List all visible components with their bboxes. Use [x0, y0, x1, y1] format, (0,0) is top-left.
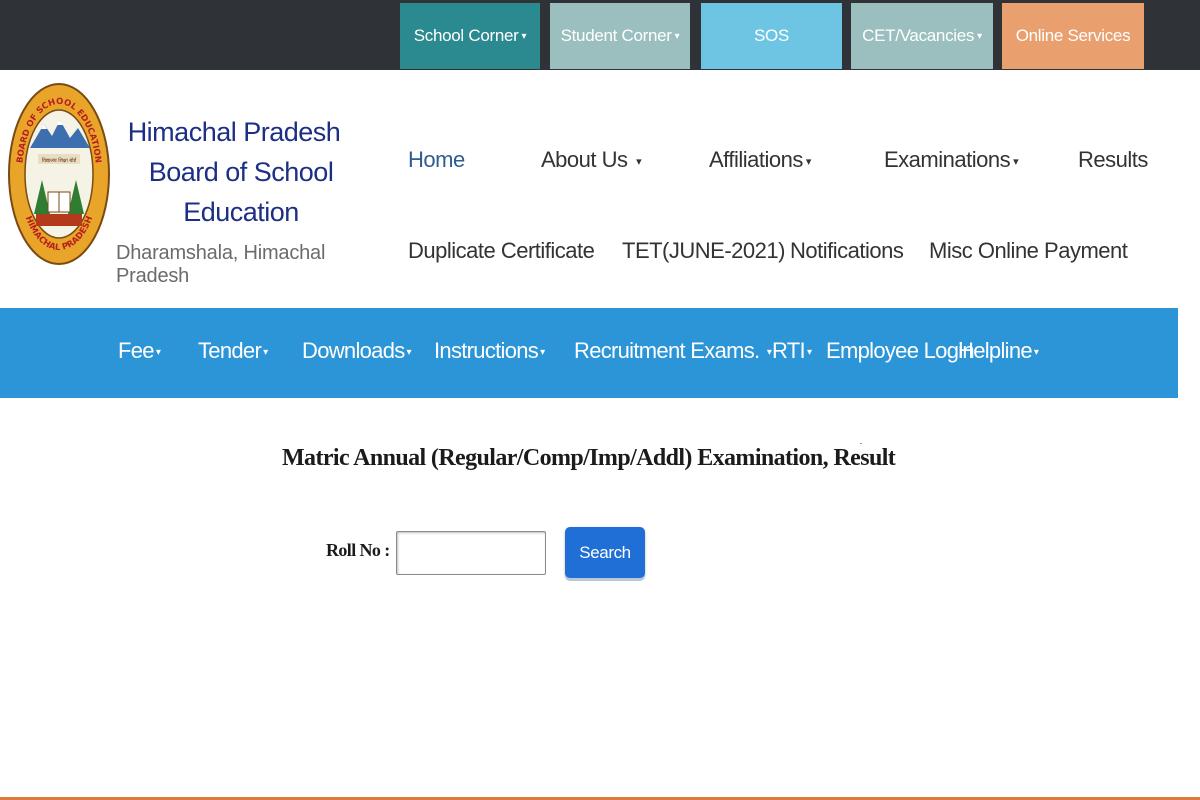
tab-online-services[interactable]: Online Services	[1002, 3, 1144, 69]
nav-examinations[interactable]: Examinations ▾	[884, 147, 1019, 173]
chevron-down-icon: ▾	[155, 346, 161, 358]
board-logo[interactable]: BOARD OF SCHOOL EDUCATION HIMACHAL PRADE…	[8, 82, 110, 266]
menu-tender[interactable]: Tender ▾	[198, 338, 268, 364]
menu-fee[interactable]: Fee ▾	[118, 338, 161, 364]
chevron-down-icon: ▾	[636, 155, 642, 168]
tab-label: SOS	[753, 26, 789, 45]
chevron-down-icon: ▾	[263, 346, 268, 358]
nav-notifications[interactable]: Notifications	[790, 238, 904, 264]
chevron-down-icon: ▾	[674, 30, 680, 42]
tab-sos[interactable]: SOS	[701, 3, 842, 69]
nav-affiliations[interactable]: Affiliations ▾	[709, 147, 811, 173]
chevron-down-icon: ▾	[1013, 155, 1019, 168]
chevron-down-icon: ▾	[406, 346, 412, 358]
tab-label: School Corner	[413, 26, 519, 45]
logo-hindi-text: विद्यालय शिक्षा बोर्ड	[42, 157, 77, 164]
tab-label: Online Services	[1015, 26, 1131, 45]
roll-no-label: Roll No :	[326, 540, 390, 560]
brand-title-line1: Himachal Pradesh	[127, 117, 341, 147]
stray-mark	[860, 443, 862, 444]
tab-school-corner[interactable]: School Corner ▾	[400, 3, 540, 69]
menu-downloads[interactable]: Downloads ▾	[302, 338, 412, 364]
tab-student-corner[interactable]: Student Corner ▾	[550, 3, 690, 69]
nav-tet[interactable]: TET(JUNE-2021)	[622, 238, 785, 264]
chevron-down-icon: ▾	[766, 346, 772, 358]
menu-recruitment-exams[interactable]: Recruitment Exams. ▾	[574, 338, 772, 364]
chevron-down-icon: ▾	[977, 30, 982, 42]
secondary-menu-bar: Fee ▾ Tender ▾ Downloads ▾ Instructions ▾ Re…	[0, 308, 1178, 398]
chevron-down-icon: ▾	[1033, 346, 1039, 358]
chevron-down-icon: ▾	[805, 155, 812, 168]
brand-subtitle: Dharamshala, Himachal Pradesh	[116, 242, 326, 287]
chevron-down-icon: ▾	[806, 346, 812, 358]
brand-title-line2: Board of School Education	[148, 157, 334, 227]
nav-duplicate-certificate[interactable]: Duplicate Certificate	[408, 238, 595, 264]
roll-no-input[interactable]	[396, 531, 546, 575]
tab-label: CET/Vacancies	[862, 26, 975, 45]
page-title: Matric Annual (Regular/Comp/Imp/Addl) Ex…	[282, 445, 896, 471]
top-utility-bar: School Corner ▾ Student Corner ▾ SOS CET/V…	[0, 0, 1200, 70]
nav-results[interactable]: Results	[1078, 147, 1148, 173]
tab-cet-vacancies[interactable]: CET/Vacancies ▾	[851, 3, 993, 69]
nav-misc-online-payment[interactable]: Misc Online Payment	[929, 238, 1128, 264]
menu-employee-login[interactable]: Employee Login	[826, 338, 975, 364]
menu-instructions[interactable]: Instructions ▾	[434, 338, 545, 364]
chevron-down-icon: ▾	[540, 346, 545, 358]
nav-about-us[interactable]: About Us ▾	[541, 147, 642, 173]
search-button[interactable]: Search	[565, 527, 645, 578]
brand-block: Himachal Pradesh Board of School Educati…	[116, 112, 366, 288]
menu-rti[interactable]: RTI ▾	[772, 338, 812, 364]
menu-helpline[interactable]: Helpline ▾	[958, 338, 1039, 364]
tab-label: Student Corner	[560, 26, 672, 45]
nav-home[interactable]: Home	[408, 147, 465, 173]
chevron-down-icon: ▾	[521, 30, 527, 42]
